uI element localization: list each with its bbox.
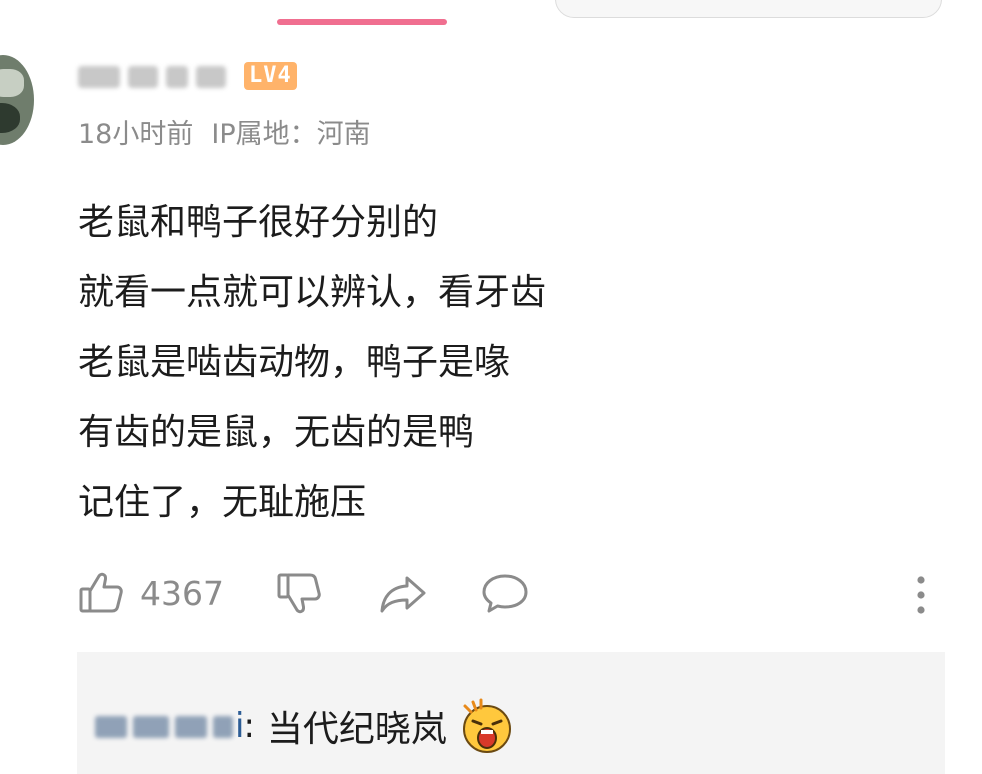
thumbs-up-icon (79, 572, 123, 613)
thumbs-down-icon (277, 573, 321, 614)
speech-bubble-icon (482, 574, 528, 613)
comment-time: 18小时前 (78, 119, 194, 150)
reply-text: 当代纪晓岚 (266, 709, 447, 750)
ip-location: IP属地：河南 (211, 119, 371, 150)
share-arrow-icon (380, 576, 426, 613)
dislike-button[interactable] (276, 566, 322, 620)
top-bar (0, 0, 982, 28)
comment-line: 老鼠是啮齿动物，鸭子是喙 (78, 342, 511, 383)
more-options-button[interactable] (910, 566, 932, 620)
like-count: 4367 (140, 573, 224, 613)
search-bar[interactable] (555, 0, 942, 18)
reply-username-obscured[interactable] (95, 708, 235, 744)
comment-author[interactable]: LV4 (78, 56, 297, 96)
more-vertical-icon (917, 576, 925, 614)
comment-line: 记住了，无耻施压 (78, 482, 367, 523)
reply-button[interactable] (480, 566, 530, 620)
reply-preview[interactable]: i : 当代纪晓岚 (77, 652, 945, 774)
comment-line: 老鼠和鸭子很好分别的 (78, 202, 439, 243)
share-button[interactable] (378, 566, 428, 620)
comment-body: 老鼠和鸭子很好分别的 就看一点就可以辨认，看牙齿 老鼠是啮齿动物，鸭子是喙 有齿… (78, 188, 546, 538)
comment-action-bar: 4367 (78, 566, 938, 620)
avatar[interactable] (0, 55, 34, 145)
comment-line: 有齿的是鼠，无齿的是鸭 (78, 412, 475, 453)
active-tab-indicator (277, 19, 447, 25)
comment-line: 就看一点就可以辨认，看牙齿 (78, 272, 547, 313)
level-badge: LV4 (244, 62, 297, 90)
comment-meta: 18小时前 IP属地：河南 (78, 112, 371, 151)
username-obscured[interactable] (78, 59, 238, 93)
reply-username-suffix[interactable]: i (235, 706, 245, 746)
reply-separator: : (243, 706, 255, 746)
reply-item[interactable]: i : 当代纪晓岚 (95, 696, 517, 756)
like-button[interactable]: 4367 (78, 566, 224, 620)
shocked-face-emoji-icon (462, 698, 511, 753)
